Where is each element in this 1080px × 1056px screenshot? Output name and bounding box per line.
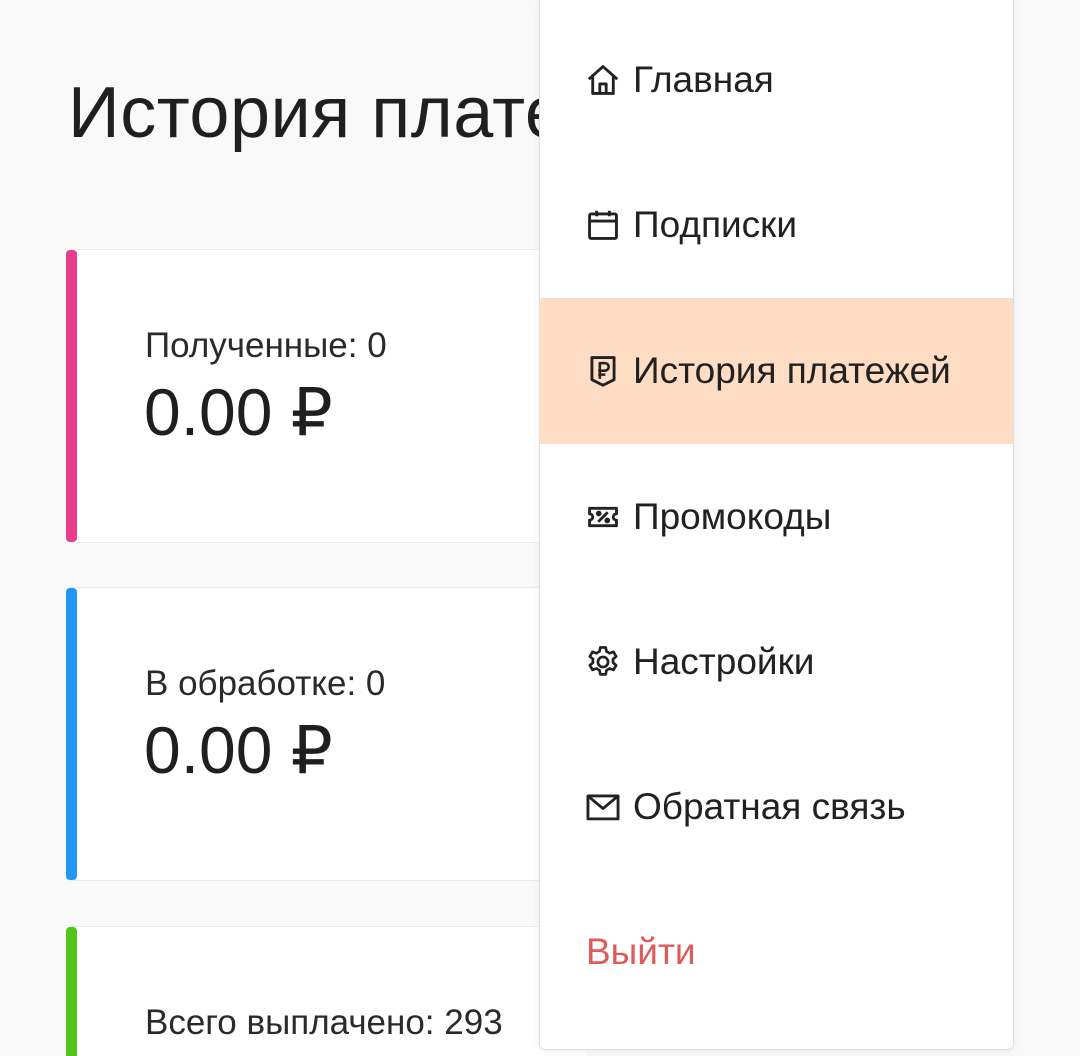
page: История платежей Полученные: 0 0.00 ₽ В … bbox=[0, 0, 1080, 1056]
menu-item-label: Настройки bbox=[633, 641, 815, 682]
menu-item-label: Подписки bbox=[633, 204, 798, 245]
gear-icon bbox=[584, 643, 622, 681]
menu-item-label: Промокоды bbox=[633, 496, 832, 537]
coupon-icon bbox=[584, 498, 622, 536]
logout-button[interactable]: Выйти bbox=[540, 879, 1013, 1025]
stat-card-total-paid: Всего выплачено: 293 bbox=[66, 926, 586, 1056]
home-icon bbox=[584, 61, 622, 99]
card-amount: 0.00 ₽ bbox=[144, 713, 333, 787]
menu-item-label: Главная bbox=[633, 59, 774, 100]
envelope-icon bbox=[584, 788, 622, 826]
menu-item-payment-history[interactable]: История платежей bbox=[540, 298, 1013, 444]
card-accent bbox=[66, 927, 77, 1056]
menu-item-promocodes[interactable]: Промокоды bbox=[540, 444, 1013, 590]
menu-item-settings[interactable]: Настройки bbox=[540, 589, 1013, 735]
stat-card-received: Полученные: 0 0.00 ₽ bbox=[66, 249, 586, 543]
card-label: В обработке: 0 bbox=[145, 664, 386, 703]
menu-item-label: История платежей bbox=[633, 350, 951, 391]
card-label: Полученные: 0 bbox=[145, 326, 387, 365]
nav-menu: Главная Подписки История платежей Промок… bbox=[539, 0, 1014, 1050]
menu-item-home[interactable]: Главная bbox=[540, 7, 1013, 153]
menu-item-feedback[interactable]: Обратная связь bbox=[540, 734, 1013, 880]
card-accent bbox=[66, 588, 77, 880]
stat-card-processing: В обработке: 0 0.00 ₽ bbox=[66, 587, 586, 881]
card-label: Всего выплачено: 293 bbox=[145, 1003, 503, 1042]
menu-item-label: Обратная связь bbox=[633, 786, 906, 827]
ruble-receipt-icon bbox=[584, 352, 622, 390]
card-amount: 0.00 ₽ bbox=[144, 375, 333, 449]
card-accent bbox=[66, 250, 77, 542]
calendar-icon bbox=[584, 206, 622, 244]
menu-item-subscriptions[interactable]: Подписки bbox=[540, 152, 1013, 298]
